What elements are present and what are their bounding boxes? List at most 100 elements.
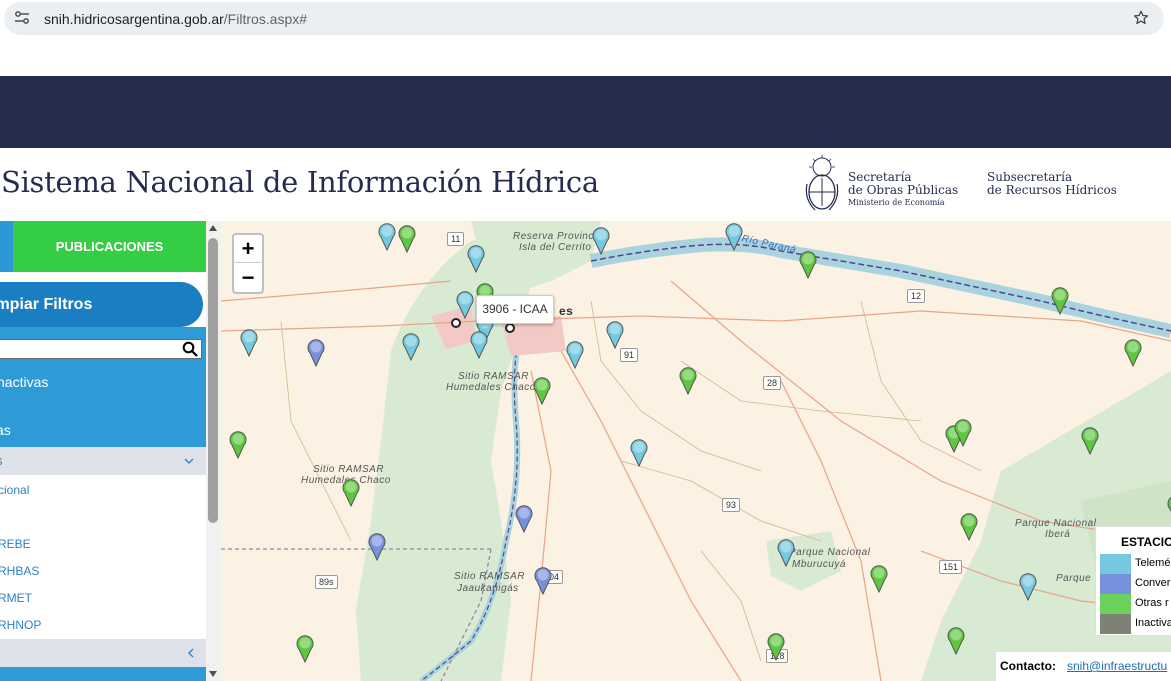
search-icon[interactable] [182, 341, 198, 357]
label-ramsar1b: Humedales Chaco [446, 382, 536, 393]
station-marker-icon[interactable] [776, 537, 796, 567]
secretaria-line2: de Obras Públicas [848, 183, 959, 197]
station-marker-icon[interactable] [532, 375, 552, 405]
sidebar-tab-left[interactable] [0, 221, 13, 272]
next-panel [0, 667, 206, 681]
publicaciones-button[interactable]: PUBLICACIONES [13, 221, 206, 272]
station-marker-icon[interactable] [466, 243, 486, 273]
zoom-out-button[interactable]: − [234, 264, 262, 292]
site-settings-icon[interactable] [14, 10, 30, 26]
station-marker-icon[interactable] [367, 531, 387, 561]
station-tooltip: 3906 - ICAA [476, 295, 554, 324]
station-marker-icon[interactable] [959, 511, 979, 541]
station-marker-icon[interactable] [455, 289, 475, 319]
network-group-header[interactable]: s [0, 447, 206, 475]
secretaria-logo: Secretaría de Obras Públicas Ministerio … [848, 171, 958, 208]
sidebar-scrollbar[interactable] [206, 221, 221, 681]
clear-filters-button[interactable]: impiar Filtros [0, 282, 203, 327]
browser-bar: snih.hidricosargentina.gob.ar/Filtros.as… [0, 0, 1171, 38]
section-label: as [0, 422, 11, 438]
route-shield: 12 [907, 289, 926, 303]
subsecretaria-logo: Subsecretaría de Recursos Hídricos [987, 171, 1117, 197]
legend-swatch [1100, 554, 1131, 574]
contact-email-link[interactable]: snih@infraestructu [1067, 659, 1167, 673]
city-node[interactable] [505, 323, 515, 333]
station-marker-icon[interactable] [1018, 571, 1038, 601]
station-marker-icon[interactable] [1080, 425, 1100, 455]
station-marker-icon[interactable] [1123, 337, 1143, 367]
network-link-rmet[interactable]: RMET [0, 591, 32, 605]
map-legend: ESTACIO Telemé Conver Otras r Inactiva [1095, 526, 1171, 636]
station-marker-icon[interactable] [341, 477, 361, 507]
label-isla: Isla del Cerrito [519, 242, 592, 253]
network-link-rhnop[interactable]: RHNOP [0, 618, 41, 632]
address-bar[interactable]: snih.hidricosargentina.gob.ar/Filtros.as… [4, 2, 1164, 35]
label-ramsar3b: Jaaukanigás [457, 583, 519, 594]
station-marker-icon[interactable] [766, 631, 786, 661]
secretaria-line3: Ministerio de Economía [848, 198, 945, 207]
zoom-control: + − [232, 233, 264, 294]
scroll-thumb[interactable] [208, 238, 218, 523]
legend-label: Conver [1135, 577, 1171, 589]
station-marker-icon[interactable] [306, 337, 326, 367]
chevron-down-icon[interactable] [184, 456, 194, 466]
legend-label: Telemé [1135, 557, 1171, 569]
zoom-in-button[interactable]: + [234, 235, 262, 263]
station-marker-icon[interactable] [678, 365, 698, 395]
label-ibera-b: Iberá [1045, 529, 1071, 540]
label-parque-c: Parque [1056, 573, 1092, 584]
network-link-rhbas[interactable]: RHBAS [0, 564, 39, 578]
label-ramsar2a: Sitio RAMSAR [313, 464, 385, 475]
national-emblem-icon [805, 155, 839, 211]
station-marker-icon[interactable] [514, 503, 534, 533]
route-shield: 89s [315, 575, 338, 589]
bookmark-star-icon[interactable] [1132, 9, 1150, 27]
search-input[interactable] [0, 339, 202, 359]
station-marker-icon[interactable] [869, 563, 889, 593]
station-marker-icon[interactable] [401, 331, 421, 361]
legend-label: Otras r [1135, 597, 1169, 609]
scroll-down-arrow-icon[interactable] [209, 671, 217, 677]
filters-sidebar: PUBLICACIONES impiar Filtros nactivas as… [0, 221, 206, 681]
station-marker-icon[interactable] [377, 221, 397, 251]
station-marker-icon[interactable] [605, 319, 625, 349]
station-marker-icon[interactable] [1166, 493, 1171, 523]
map-base-layer [221, 221, 1171, 681]
station-marker-icon[interactable] [591, 225, 611, 255]
station-marker-icon[interactable] [397, 223, 417, 253]
station-marker-icon[interactable] [798, 249, 818, 279]
chevron-left-icon[interactable] [186, 648, 196, 658]
route-shield: 11 [447, 232, 465, 246]
url-path: /Filtros.aspx# [223, 11, 308, 27]
station-marker-icon[interactable] [946, 625, 966, 655]
station-marker-icon[interactable] [295, 633, 315, 663]
label-ibera-a: Parque Nacional [1015, 518, 1097, 529]
contact-box: Contacto: snih@infraestructu [996, 652, 1171, 681]
legend-swatch [1100, 594, 1131, 614]
map-canvas[interactable]: Reserva Provincial Isla del Cerrito Río … [221, 221, 1171, 681]
station-marker-icon[interactable] [724, 221, 744, 251]
collapsed-group-header[interactable] [0, 639, 206, 667]
station-marker-icon[interactable] [565, 339, 585, 369]
station-marker-icon[interactable] [469, 329, 489, 359]
label-mburucuya-b: Mburucuyá [792, 559, 846, 570]
contact-label: Contacto: [1000, 659, 1056, 673]
route-shield: 93 [722, 498, 741, 512]
inactive-filter-label[interactable]: nactivas [0, 374, 48, 390]
subsecretaria-line2: de Recursos Hídricos [987, 183, 1117, 197]
legend-title: ESTACIO [1121, 535, 1171, 549]
station-marker-icon[interactable] [239, 327, 259, 357]
city-node[interactable] [451, 318, 461, 328]
url-text[interactable]: snih.hidricosargentina.gob.ar/Filtros.as… [44, 11, 307, 27]
network-link-rebe[interactable]: REBE [0, 537, 31, 551]
station-marker-icon[interactable] [953, 417, 973, 447]
station-marker-icon[interactable] [1050, 285, 1070, 315]
station-marker-icon[interactable] [629, 437, 649, 467]
network-link-nacional[interactable]: cional [0, 483, 29, 497]
scroll-up-arrow-icon[interactable] [209, 225, 217, 231]
label-ramsar3a: Sitio RAMSAR [454, 571, 526, 582]
station-marker-icon[interactable] [533, 565, 553, 595]
page-title: Sistema Nacional de Información Hídrica [1, 165, 599, 199]
label-ramsar1a: Sitio RAMSAR [458, 371, 530, 382]
station-marker-icon[interactable] [228, 429, 248, 459]
